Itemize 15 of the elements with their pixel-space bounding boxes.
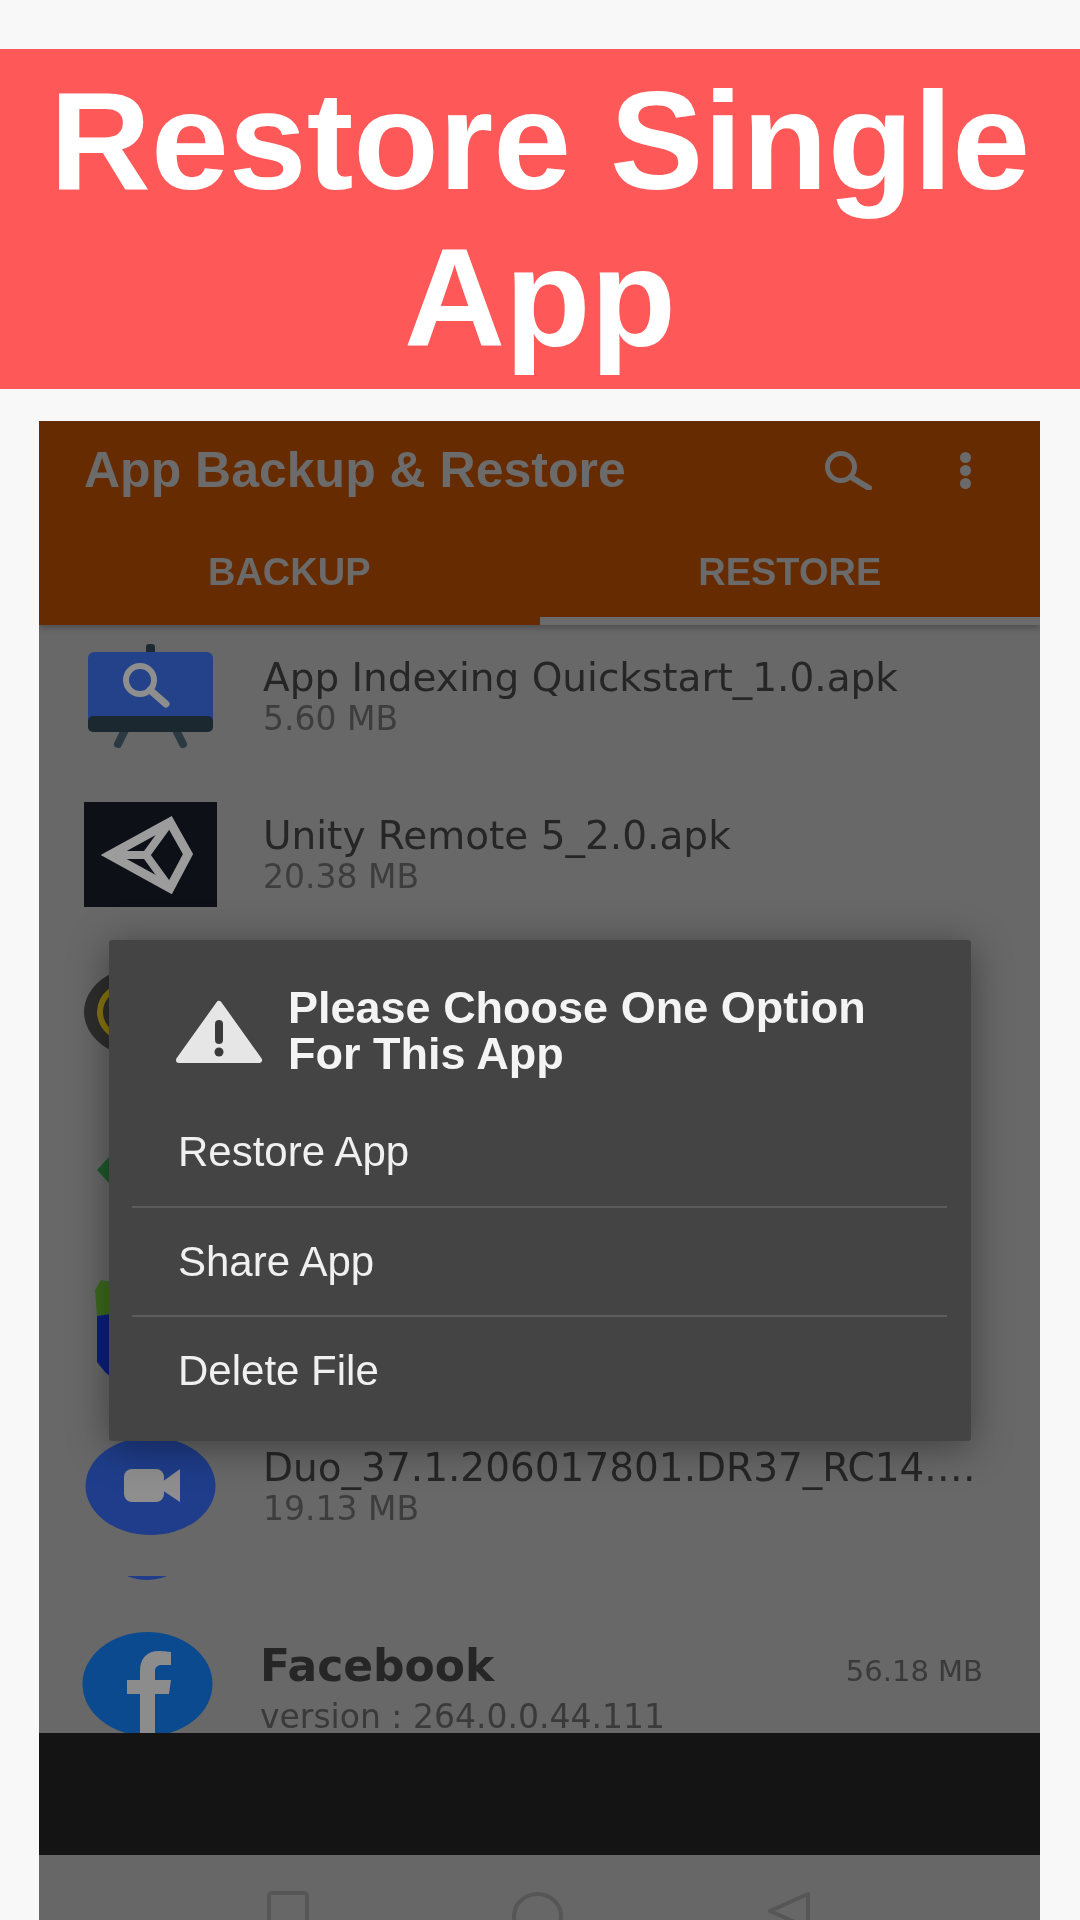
- file-name: Duo_37.1.206017801.DR37_RC14.…: [263, 1444, 976, 1490]
- file-name: Unity Remote 5_2.0.apk: [263, 812, 731, 858]
- cube-logo-icon: [84, 801, 217, 907]
- search-icon[interactable]: [823, 450, 872, 490]
- dialog-title: Please Choose One Option For This App: [288, 985, 867, 1077]
- f-logo-icon: [81, 1632, 214, 1733]
- app-name: Facebook: [260, 1640, 496, 1692]
- app-title: App Backup & Restore: [84, 440, 626, 500]
- overflow-menu-icon[interactable]: [958, 451, 973, 489]
- dialog-option[interactable]: Share App: [132, 1206, 947, 1315]
- warning-icon: [175, 998, 263, 1064]
- banner-title: Restore Single App: [48, 62, 1032, 376]
- dialog-option[interactable]: Restore App: [132, 1097, 947, 1206]
- dialog-option[interactable]: Delete File: [132, 1315, 947, 1424]
- file-name: App Indexing Quickstart_1.0.apk: [263, 654, 898, 700]
